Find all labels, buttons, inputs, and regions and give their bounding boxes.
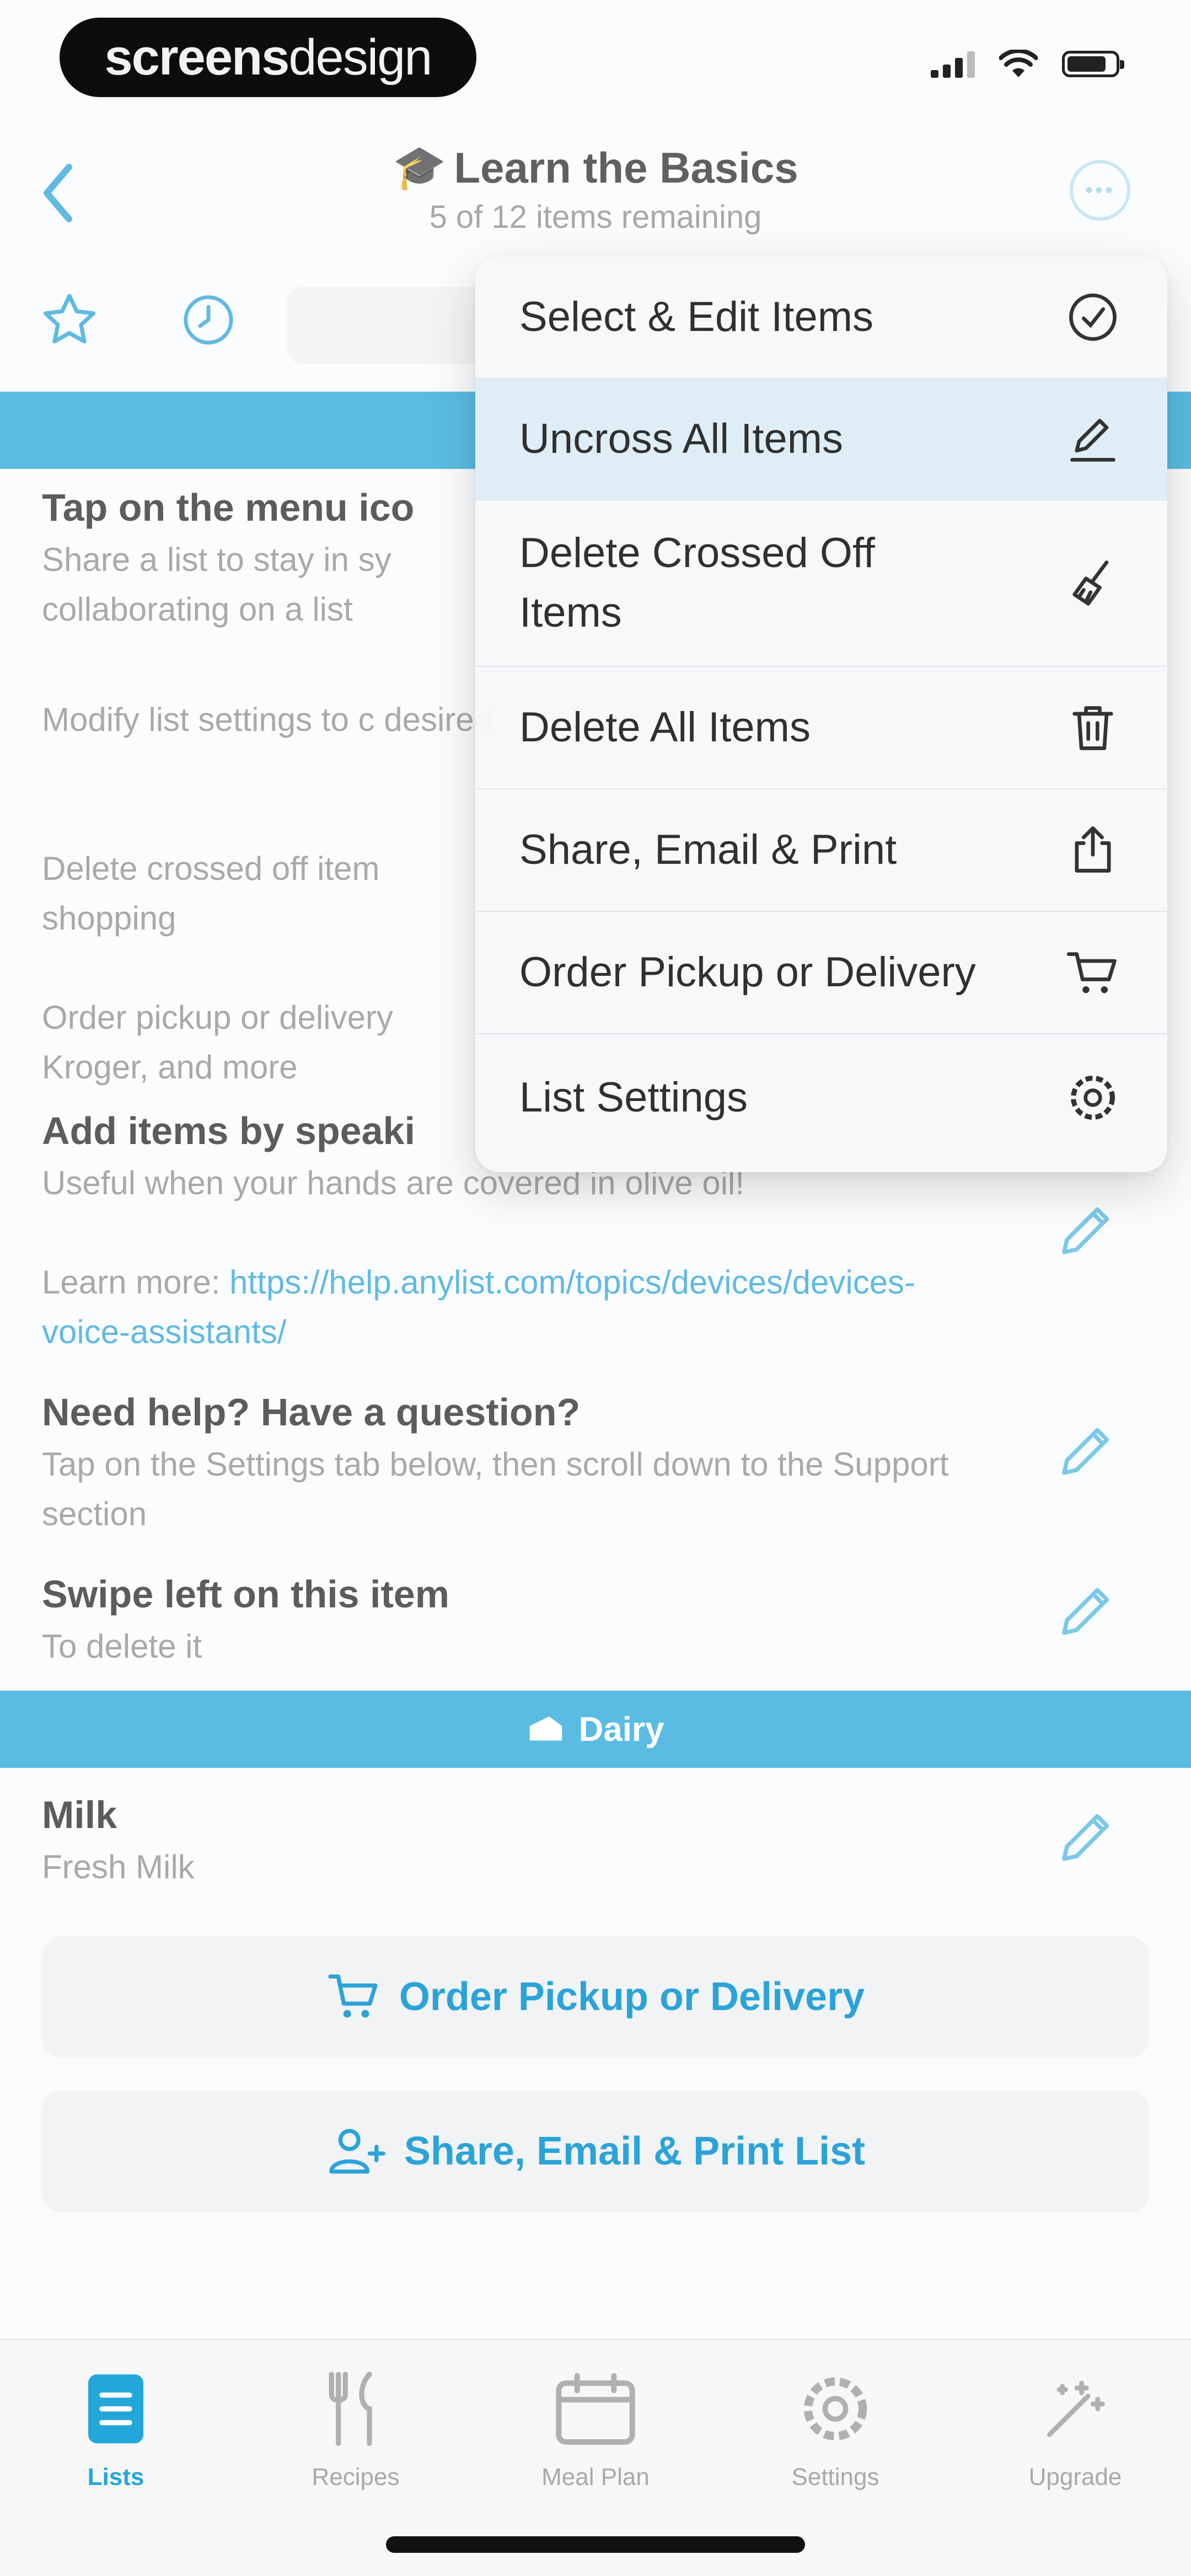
cart-icon <box>328 1974 378 2018</box>
menu-item-label: Delete Crossed Off Items <box>519 530 875 636</box>
menu-item-label: Delete All Items <box>519 704 811 751</box>
trash-icon <box>1063 697 1123 758</box>
share-person-icon <box>329 2129 385 2174</box>
menu-item-label: Uncross All Items <box>519 415 844 462</box>
brand-light: design <box>288 29 432 85</box>
tab-upgrade[interactable]: Upgrade <box>959 2362 1191 2505</box>
tab-meal-plan[interactable]: Meal Plan <box>480 2362 711 2505</box>
status-bar: screens design <box>0 0 1191 127</box>
pen-icon <box>1063 409 1123 469</box>
magic-wand-icon <box>1028 2362 1122 2456</box>
status-icons <box>931 50 1124 78</box>
share-email-print-button[interactable]: Share, Email & Print List <box>42 2091 1149 2212</box>
list-icon <box>69 2362 163 2456</box>
order-button-label: Order Pickup or Delivery <box>399 1975 865 2019</box>
tab-label: Recipes <box>312 2463 400 2491</box>
menu-item-delete-all[interactable]: Delete All Items <box>475 667 1167 788</box>
tab-settings[interactable]: Settings <box>720 2362 951 2505</box>
brand-logo: screens design <box>60 18 476 97</box>
menu-item-delete-crossed[interactable]: Delete Crossed Off Items <box>475 500 1167 666</box>
cart-icon <box>1063 942 1123 1003</box>
tab-label: Settings <box>791 2463 879 2491</box>
tab-recipes[interactable]: Recipes <box>240 2362 471 2505</box>
calendar-icon <box>549 2362 642 2456</box>
tab-label: Lists <box>87 2463 144 2491</box>
menu-item-label: List Settings <box>519 1074 748 1121</box>
menu-item-select-edit[interactable]: Select & Edit Items <box>475 256 1167 378</box>
wifi-icon <box>999 50 1038 77</box>
menu-item-order-pickup[interactable]: Order Pickup or Delivery <box>475 912 1167 1033</box>
order-pickup-delivery-button[interactable]: Order Pickup or Delivery <box>42 1936 1149 2057</box>
menu-item-share-email-print[interactable]: Share, Email & Print <box>475 789 1167 911</box>
menu-item-list-settings[interactable]: List Settings <box>475 1034 1167 1161</box>
tab-label: Upgrade <box>1028 2463 1122 2491</box>
app-screen: screens design 🎓 Learn the Basics 5 of 1… <box>0 0 1191 2576</box>
list-options-menu: Select & Edit Items Uncross All Items De… <box>475 256 1167 1172</box>
broom-icon <box>1063 553 1123 613</box>
gear-icon <box>1063 1067 1123 1128</box>
checkmark-circle-icon <box>1063 287 1123 348</box>
fork-knife-icon <box>309 2362 403 2456</box>
menu-item-label: Select & Edit Items <box>519 293 874 340</box>
cellular-signal-icon <box>931 50 975 78</box>
gear-icon <box>788 2362 882 2456</box>
brand-bold: screens <box>104 29 290 85</box>
menu-item-label: Share, Email & Print <box>519 826 897 873</box>
home-indicator[interactable] <box>386 2536 805 2553</box>
share-icon <box>1063 820 1123 880</box>
share-button-label: Share, Email & Print List <box>404 2129 866 2173</box>
tab-lists[interactable]: Lists <box>0 2362 232 2505</box>
menu-item-label: Order Pickup or Delivery <box>519 949 976 996</box>
menu-item-uncross-all[interactable]: Uncross All Items <box>475 379 1167 499</box>
tab-label: Meal Plan <box>541 2463 650 2491</box>
battery-icon <box>1062 51 1124 77</box>
